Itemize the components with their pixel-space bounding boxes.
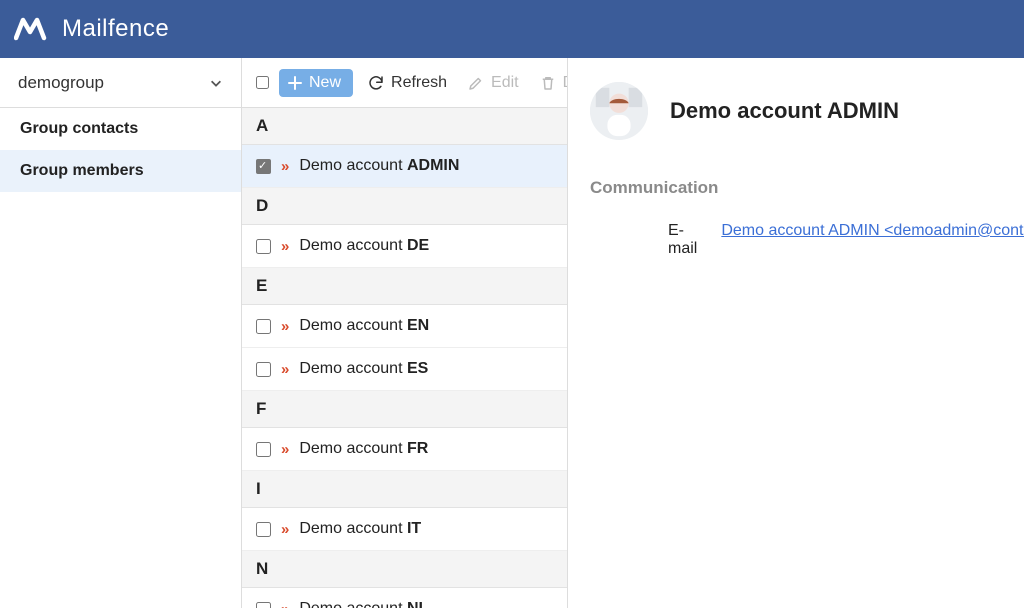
contact-row[interactable]: » Demo account IT — [242, 508, 567, 551]
communication-section-title: Communication — [590, 178, 1024, 198]
refresh-button-label: Refresh — [391, 74, 447, 92]
angle-quote-icon: » — [281, 318, 289, 335]
contact-checkbox[interactable] — [256, 319, 271, 334]
plus-icon — [287, 75, 303, 91]
section-letter: I — [242, 471, 567, 508]
contact-row[interactable]: » Demo account EN — [242, 305, 567, 348]
contact-name: Demo account DE — [299, 237, 429, 255]
group-selector-label: demogroup — [18, 73, 104, 93]
contact-checkbox[interactable] — [256, 602, 271, 608]
contact-name: Demo account NL — [299, 600, 428, 608]
sidebar-item-group-contacts[interactable]: Group contacts — [0, 108, 241, 150]
sidebar: demogroup Group contacts Group members — [0, 58, 242, 608]
mailfence-logo-icon — [14, 14, 52, 44]
angle-quote-icon: » — [281, 441, 289, 458]
contact-name: Demo account ES — [299, 360, 428, 378]
contact-checkbox[interactable] — [256, 239, 271, 254]
contact-row[interactable]: » Demo account FR — [242, 428, 567, 471]
angle-quote-icon: » — [281, 158, 289, 175]
detail-title: Demo account ADMIN — [670, 98, 899, 124]
app-header: Mailfence — [0, 0, 1024, 58]
group-selector[interactable]: demogroup — [0, 58, 241, 108]
delete-button[interactable]: Delete — [533, 70, 568, 96]
contact-checkbox[interactable] — [256, 442, 271, 457]
contact-name: Demo account IT — [299, 520, 421, 538]
section-letter: F — [242, 391, 567, 428]
contact-name: Demo account EN — [299, 317, 429, 335]
refresh-button[interactable]: Refresh — [361, 70, 453, 96]
contact-row[interactable]: » Demo account ES — [242, 348, 567, 391]
email-row: E-mail Demo account ADMIN <demoadmin@con… — [590, 222, 1024, 258]
contact-row[interactable]: » Demo account ADMIN — [242, 145, 567, 188]
select-all-checkbox[interactable] — [256, 75, 269, 90]
email-label: E-mail — [668, 222, 697, 258]
contact-name: Demo account ADMIN — [299, 157, 459, 175]
sidebar-item-group-members[interactable]: Group members — [0, 150, 241, 192]
contact-list-column: New Refresh Edit Delete A » Demo account A… — [242, 58, 568, 608]
contact-detail: Demo account ADMIN Communication E-mail … — [568, 58, 1024, 608]
contact-name: Demo account FR — [299, 440, 428, 458]
contact-checkbox[interactable] — [256, 159, 271, 174]
contact-row[interactable]: » Demo account NL — [242, 588, 567, 608]
edit-button[interactable]: Edit — [461, 70, 525, 96]
edit-button-label: Edit — [491, 74, 519, 92]
angle-quote-icon: » — [281, 238, 289, 255]
angle-quote-icon: » — [281, 521, 289, 538]
angle-quote-icon: » — [281, 361, 289, 378]
main-layout: demogroup Group contacts Group members N… — [0, 58, 1024, 608]
sidebar-nav: Group contacts Group members — [0, 108, 241, 192]
trash-icon — [539, 74, 557, 92]
section-letter: E — [242, 268, 567, 305]
chevron-down-icon — [209, 76, 223, 90]
sidebar-item-label: Group contacts — [20, 120, 138, 137]
pencil-icon — [467, 74, 485, 92]
avatar-placeholder-icon — [590, 82, 648, 140]
contact-row[interactable]: » Demo account DE — [242, 225, 567, 268]
refresh-icon — [367, 74, 385, 92]
contact-checkbox[interactable] — [256, 522, 271, 537]
brand-name: Mailfence — [62, 15, 169, 43]
email-link[interactable]: Demo account ADMIN <demoadmin@conta — [721, 222, 1024, 258]
detail-header: Demo account ADMIN — [590, 82, 1024, 140]
section-letter: D — [242, 188, 567, 225]
toolbar: New Refresh Edit Delete — [242, 58, 567, 108]
contact-checkbox[interactable] — [256, 362, 271, 377]
contact-list[interactable]: A » Demo account ADMIN D » Demo account DE E » D… — [242, 108, 567, 608]
sidebar-item-label: Group members — [20, 162, 144, 179]
section-letter: A — [242, 108, 567, 145]
section-letter: N — [242, 551, 567, 588]
angle-quote-icon: » — [281, 601, 289, 608]
avatar — [590, 82, 648, 140]
brand-logo[interactable]: Mailfence — [14, 14, 169, 44]
new-button-label: New — [309, 74, 341, 92]
new-button[interactable]: New — [279, 69, 353, 97]
